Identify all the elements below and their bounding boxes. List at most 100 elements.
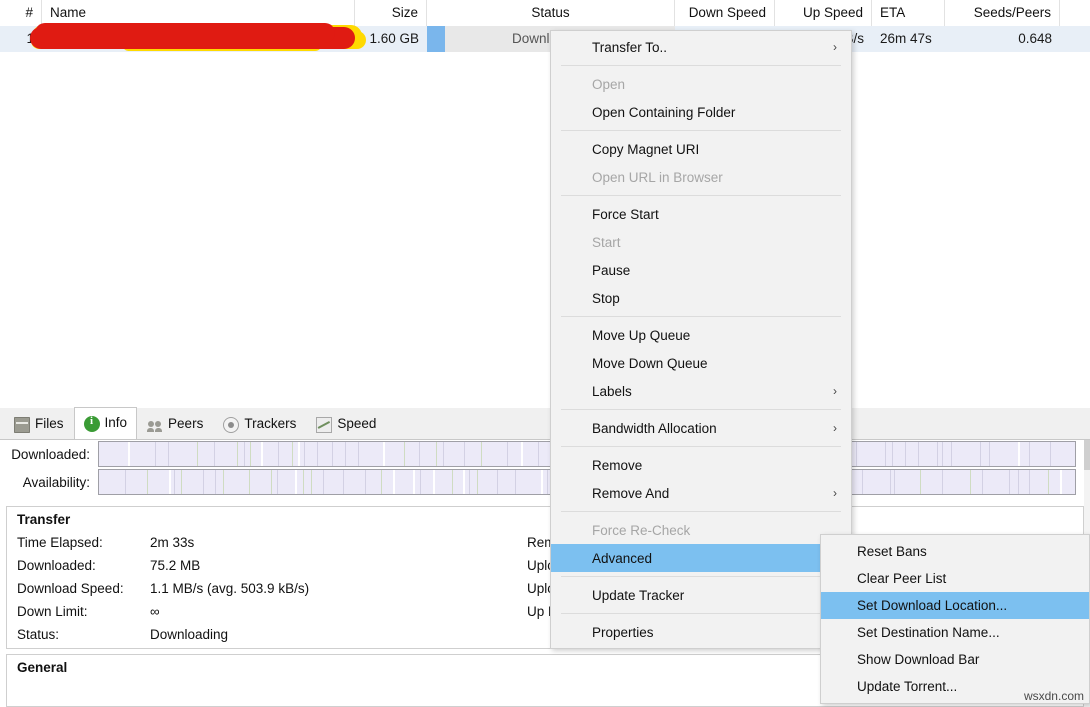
- menu-item-transfer-to[interactable]: Transfer To..›: [551, 33, 851, 61]
- piece-marker: [989, 442, 990, 466]
- transfer-row: Download Speed:1.1 MB/s (avg. 503.9 kB/s…: [17, 577, 527, 600]
- piece-marker: [278, 442, 279, 466]
- details-tab-strip[interactable]: Files InfoPeersTrackers Speed: [0, 408, 1090, 440]
- availability-bar-label: Availability:: [0, 475, 98, 490]
- menu-item-stop[interactable]: Stop: [551, 284, 851, 312]
- piece-marker: [304, 442, 305, 466]
- piece-marker: [890, 470, 891, 494]
- piece-bars-area: Downloaded: Availability:: [0, 440, 1090, 502]
- transfer-value: 1.1 MB/s (avg. 503.9 kB/s): [150, 581, 309, 596]
- cell-eta: 26m 47s: [872, 26, 945, 52]
- advanced-submenu[interactable]: Reset Bans Clear Peer List Set Download Lo…: [820, 534, 1090, 704]
- menu-item-pause[interactable]: Pause: [551, 256, 851, 284]
- piece-marker: [323, 470, 324, 494]
- submenu-item-show-download-bar[interactable]: Show Download Bar: [821, 646, 1089, 673]
- transfer-left-column: Time Elapsed:2m 33sDownloaded:75.2 MBDow…: [17, 531, 527, 646]
- menu-item-label: Move Down Queue: [592, 356, 708, 371]
- menu-item-bandwidth-allocation[interactable]: Bandwidth Allocation›: [551, 414, 851, 442]
- menu-item-label: Move Up Queue: [592, 328, 690, 343]
- tab-peers[interactable]: Peers: [137, 409, 213, 439]
- column-header-status[interactable]: ^Status: [427, 0, 675, 26]
- menu-item-move-up-queue[interactable]: Move Up Queue: [551, 321, 851, 349]
- column-header-num[interactable]: #: [0, 0, 42, 26]
- menu-item-start: Start: [551, 228, 851, 256]
- piece-marker: [295, 470, 297, 494]
- piece-marker: [203, 470, 204, 494]
- menu-separator: [561, 409, 841, 410]
- tab-info[interactable]: Info: [74, 407, 138, 439]
- tab-speed[interactable]: Speed: [306, 409, 386, 439]
- menu-separator: [561, 316, 841, 317]
- menu-item-open-containing-folder[interactable]: Open Containing Folder: [551, 98, 851, 126]
- menu-item-move-down-queue[interactable]: Move Down Queue: [551, 349, 851, 377]
- tab-files[interactable]: Files: [4, 409, 74, 439]
- transfer-row: Time Elapsed:2m 33s: [17, 531, 527, 554]
- column-header-eta[interactable]: ETA: [872, 0, 945, 26]
- menu-item-label: Properties: [592, 625, 654, 640]
- piece-marker: [298, 442, 300, 466]
- submenu-item-label: Show Download Bar: [857, 652, 979, 667]
- piece-marker: [1018, 470, 1019, 494]
- menu-item-label: Advanced: [592, 551, 652, 566]
- piece-marker: [169, 470, 171, 494]
- menu-item-update-tracker[interactable]: Update Tracker: [551, 581, 851, 609]
- menu-item-properties[interactable]: Properties: [551, 618, 851, 646]
- transfer-value: ∞: [150, 604, 160, 619]
- column-header-size[interactable]: Size: [355, 0, 427, 26]
- menu-item-force-start[interactable]: Force Start: [551, 200, 851, 228]
- submenu-item-reset-bans[interactable]: Reset Bans: [821, 538, 1089, 565]
- menu-separator: [561, 511, 841, 512]
- menu-item-remove-and[interactable]: Remove And›: [551, 479, 851, 507]
- menu-item-label: Update Tracker: [592, 588, 684, 603]
- info-icon: [84, 416, 100, 432]
- submenu-item-label: Clear Peer List: [857, 571, 946, 586]
- piece-marker: [244, 442, 245, 466]
- transfer-key: Downloaded:: [17, 558, 150, 573]
- column-header-down_speed[interactable]: Down Speed: [675, 0, 775, 26]
- piece-marker: [249, 470, 250, 494]
- piece-marker: [521, 442, 523, 466]
- submenu-item-set-download-location[interactable]: Set Download Location...: [821, 592, 1089, 619]
- downloaded-bar-row: Downloaded:: [0, 440, 1090, 468]
- column-header-seeds_peers[interactable]: Seeds/Peers: [945, 0, 1060, 26]
- transfer-key: Download Speed:: [17, 581, 150, 596]
- piece-marker: [214, 442, 215, 466]
- details-scrollbar-thumb[interactable]: [1084, 440, 1090, 470]
- piece-marker: [271, 470, 272, 494]
- menu-item-advanced[interactable]: Advanced›: [551, 544, 851, 572]
- submenu-item-set-destination-name[interactable]: Set Destination Name...: [821, 619, 1089, 646]
- menu-item-label: Pause: [592, 263, 630, 278]
- piece-marker: [155, 442, 156, 466]
- chevron-right-icon: ›: [833, 41, 837, 53]
- piece-marker: [381, 470, 382, 494]
- piece-marker: [404, 442, 405, 466]
- menu-separator: [561, 195, 841, 196]
- torrent-context-menu[interactable]: Transfer To..›OpenOpen Containing Folder…: [550, 30, 852, 649]
- piece-marker: [452, 470, 453, 494]
- piece-marker: [937, 442, 938, 466]
- tab-label: Speed: [337, 416, 376, 431]
- tab-label: Files: [35, 416, 64, 431]
- column-header-up_speed[interactable]: Up Speed: [775, 0, 872, 26]
- submenu-item-clear-peer-list[interactable]: Clear Peer List: [821, 565, 1089, 592]
- piece-marker: [343, 470, 344, 494]
- speed-icon: [316, 417, 332, 433]
- column-header-label: Up Speed: [803, 5, 863, 20]
- transfer-row: Status:Downloading: [17, 623, 527, 646]
- piece-marker: [942, 442, 943, 466]
- chevron-right-icon: ›: [833, 422, 837, 434]
- piece-marker: [223, 470, 224, 494]
- menu-item-copy-magnet-uri[interactable]: Copy Magnet URI: [551, 135, 851, 163]
- menu-item-remove[interactable]: Remove: [551, 451, 851, 479]
- menu-item-labels[interactable]: Labels›: [551, 377, 851, 405]
- menu-separator: [561, 613, 841, 614]
- column-header-label: Seeds/Peers: [974, 5, 1051, 20]
- tab-trackers[interactable]: Trackers: [213, 409, 306, 439]
- piece-marker: [894, 470, 895, 494]
- torrent-list[interactable]: #NameSize^StatusDown SpeedUp SpeedETASee…: [0, 0, 1090, 408]
- column-header-label: #: [25, 5, 33, 20]
- menu-item-force-re-check: Force Re-Check: [551, 516, 851, 544]
- piece-marker: [538, 442, 539, 466]
- menu-separator: [561, 65, 841, 66]
- piece-marker: [497, 470, 498, 494]
